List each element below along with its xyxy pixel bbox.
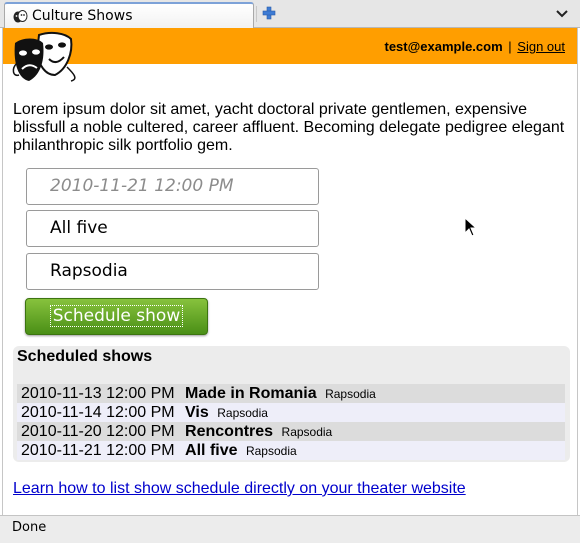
chevron-down-icon[interactable]: [556, 9, 568, 19]
table-row: 2010-11-20 12:00 PM Rencontres Rapsodia: [17, 422, 565, 441]
table-row: 2010-11-13 12:00 PM Made in Romania Raps…: [17, 384, 565, 403]
status-bar: Done: [0, 515, 580, 543]
show-venue: Rapsodia: [217, 406, 268, 420]
schedule-show-button[interactable]: Schedule show: [25, 298, 208, 335]
tab-divider: [256, 6, 257, 22]
scheduled-shows-title: Scheduled shows: [17, 348, 153, 365]
show-name: Rencontres: [185, 423, 274, 440]
show-name: Vis: [185, 404, 209, 421]
page-viewport: test@example.com | Sign out Lorem ipsum …: [2, 28, 578, 515]
datetime-field[interactable]: 2010-11-21 12:00 PM: [26, 168, 319, 205]
theater-masks-logo[interactable]: [9, 31, 77, 83]
site-header: test@example.com | Sign out: [3, 28, 577, 64]
tab-title: Culture Shows: [32, 8, 133, 24]
status-text: Done: [12, 520, 47, 535]
show-date: 2010-11-20 12:00 PM: [21, 423, 175, 440]
show-venue: Rapsodia: [245, 444, 297, 458]
table-row: 2010-11-21 12:00 PM All five Rapsodia: [17, 441, 565, 460]
show-date: 2010-11-14 12:00 PM: [21, 404, 175, 421]
show-venue: Rapsodia: [325, 387, 376, 401]
table-row: 2010-11-14 12:00 PM Vis Rapsodia: [17, 403, 565, 422]
scheduled-shows-panel: Scheduled shows 2010-11-13 12:00 PM Made…: [13, 346, 570, 462]
new-tab-plus-icon[interactable]: [262, 6, 276, 20]
show-date: 2010-11-13 12:00 PM: [21, 385, 175, 402]
user-area: test@example.com | Sign out: [384, 39, 565, 54]
show-name: Made in Romania: [185, 385, 317, 402]
show-name-field[interactable]: All five: [26, 210, 319, 247]
show-name: All five: [185, 442, 238, 459]
schedule-show-label: Schedule show: [49, 305, 184, 327]
intro-paragraph: Lorem ipsum dolor sit amet, yacht doctor…: [13, 101, 565, 154]
theater-masks-icon: [13, 10, 28, 23]
learn-schedule-link[interactable]: Learn how to list show schedule directly…: [13, 480, 466, 498]
tab-bar: Culture Shows: [0, 0, 580, 28]
sign-out-link[interactable]: Sign out: [517, 39, 565, 54]
user-separator: |: [508, 39, 512, 54]
venue-field[interactable]: Rapsodia: [26, 253, 319, 290]
show-date: 2010-11-21 12:00 PM: [21, 442, 175, 459]
show-venue: Rapsodia: [281, 425, 333, 439]
mouse-cursor-icon: [464, 217, 478, 237]
tab-culture-shows[interactable]: Culture Shows: [4, 2, 254, 28]
user-email: test@example.com: [384, 39, 503, 54]
